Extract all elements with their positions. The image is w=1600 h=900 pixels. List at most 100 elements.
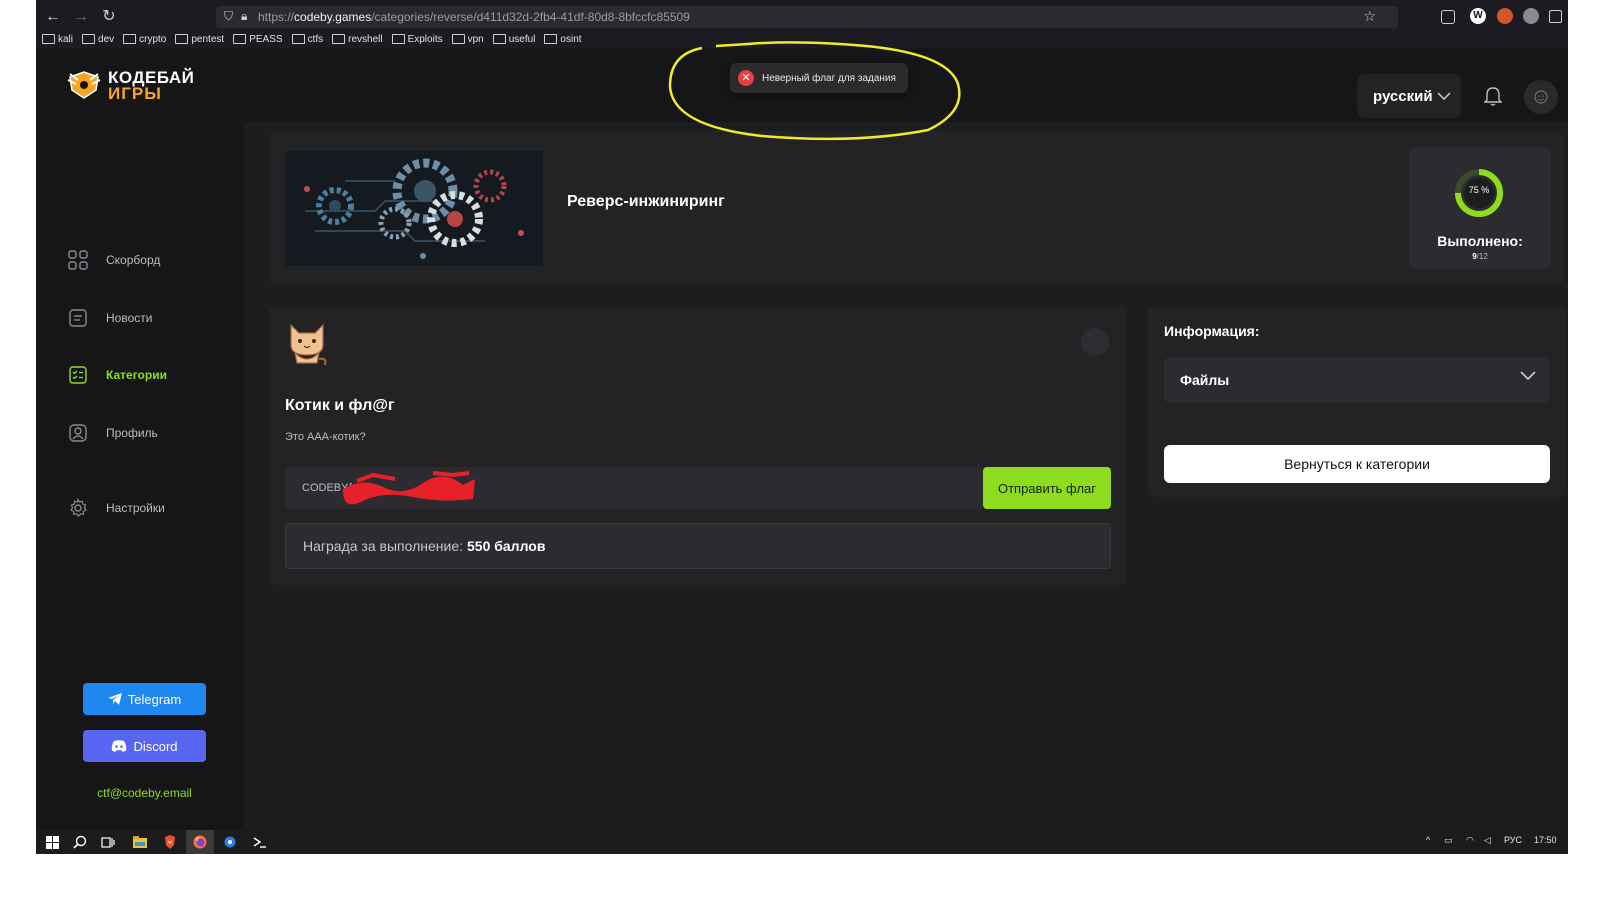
bookmark-item[interactable]: dev (82, 32, 114, 46)
clock-time[interactable]: 17:50 (1534, 835, 1557, 845)
sidebar: КОДЕБАЙ ИГРЫ Скорборд Новости Категории (36, 48, 244, 830)
brand-name-line2: ИГРЫ (108, 84, 162, 103)
extension-w-icon[interactable]: W (1470, 8, 1486, 24)
sidebar-item-categories[interactable]: Категории (68, 363, 167, 387)
files-accordion[interactable]: Файлы (1164, 357, 1550, 403)
folder-icon (391, 34, 405, 44)
extension-globe-icon[interactable] (1523, 8, 1539, 24)
bookmark-star-icon[interactable]: ☆ (1363, 8, 1376, 25)
url-text[interactable]: https://codeby.games/categories/reverse/… (258, 10, 690, 24)
bell-icon[interactable] (1484, 86, 1502, 106)
input-language[interactable]: РУС (1504, 835, 1522, 845)
discord-label: Discord (133, 738, 178, 754)
contact-email-link[interactable]: ctf@codeby.email (83, 786, 206, 800)
bookmark-item[interactable]: useful (492, 32, 535, 46)
lock-icon[interactable]: 🔒︎ (241, 9, 247, 24)
cat-mascot-icon (290, 323, 327, 366)
telegram-label: Telegram (127, 691, 182, 707)
shield-icon[interactable]: ⛉ (224, 9, 233, 24)
folder-icon (82, 34, 96, 44)
bookmark-item[interactable]: kali (42, 32, 73, 46)
bookmark-item[interactable]: PEASS (233, 32, 283, 46)
sidebar-item-label: Скорборд (106, 253, 161, 267)
folder-icon (233, 34, 247, 44)
reward-value: 550 баллов (467, 538, 546, 554)
discord-button[interactable]: Discord (83, 730, 206, 762)
bookmark-item[interactable]: Exploits (391, 32, 443, 46)
chevron-down-icon (1520, 371, 1536, 381)
forward-arrow-icon[interactable]: → (70, 6, 92, 28)
task-title: Котик и фл@г (285, 397, 395, 414)
avatar[interactable] (1524, 80, 1558, 114)
discord-icon (112, 740, 127, 752)
bookmark-item[interactable]: crypto (123, 32, 166, 46)
submit-flag-button[interactable]: Отправить флаг (983, 467, 1111, 509)
info-card: Информация: Файлы Вернуться к категории (1148, 305, 1566, 497)
folder-icon (123, 34, 137, 44)
telegram-icon (107, 693, 122, 705)
firefox-icon[interactable] (192, 834, 208, 850)
bookmark-item[interactable]: osint (544, 32, 582, 46)
category-header-card: Реверс-инжиниринг 75 % Выполнено: 9/12 (269, 131, 1564, 285)
terminal-icon[interactable] (252, 834, 268, 850)
extension-more-icon[interactable] (1549, 10, 1562, 23)
news-icon (68, 308, 88, 328)
wifi-icon[interactable]: ◠ (1466, 835, 1474, 846)
error-x-icon: ✕ (738, 70, 754, 86)
back-to-category-button[interactable]: Вернуться к категории (1164, 445, 1550, 483)
brand-logo[interactable]: КОДЕБАЙ ИГРЫ (66, 68, 196, 103)
bookmark-item[interactable]: ctfs (291, 32, 323, 46)
completed-label: Выполнено: (1437, 233, 1523, 249)
grid-icon (68, 250, 88, 270)
app-blue-icon[interactable] (222, 834, 238, 850)
sidebar-item-label: Новости (106, 311, 153, 325)
sidebar-item-profile[interactable]: Профиль (68, 421, 158, 445)
reload-icon[interactable]: ↻ (98, 6, 120, 28)
info-title: Информация: (1164, 323, 1260, 339)
back-arrow-icon[interactable]: ← (42, 6, 64, 28)
sidebar-item-label: Профиль (106, 426, 158, 440)
extension-fox-icon[interactable] (1497, 8, 1513, 24)
category-title: Реверс-инжиниринг (567, 193, 725, 210)
screen: ← → ↻ ⛉ 🔒︎ https://codeby.games/categori… (36, 0, 1568, 854)
gears-illustration (285, 151, 543, 266)
file-explorer-icon[interactable] (132, 834, 148, 850)
error-toast: ✕ Неверный флаг для задания (730, 63, 908, 93)
windows-start-icon[interactable] (44, 834, 60, 850)
language-value: русский (1373, 87, 1433, 105)
user-face-icon (1534, 90, 1548, 104)
sidebar-item-label: Категории (106, 368, 167, 382)
bookmarks-bar: kali dev crypto pentest PEASS ctfs revsh… (42, 32, 591, 46)
folder-icon (544, 34, 558, 44)
speaker-icon[interactable]: ◁ (1484, 835, 1491, 846)
battery-icon[interactable]: ▭ (1444, 835, 1453, 846)
language-select[interactable]: русский (1357, 74, 1461, 118)
category-progress-widget: 75 % Выполнено: 9/12 (1409, 147, 1551, 269)
folder-icon (291, 34, 305, 44)
address-bar[interactable]: ⛉ 🔒︎ https://codeby.games/categories/rev… (216, 6, 1398, 28)
sidebar-item-settings[interactable]: Настройки (68, 496, 165, 520)
folder-icon (175, 34, 189, 44)
windows-taskbar: ^ ▭ ◠ ◁ РУС 17:50 (36, 830, 1568, 854)
profile-icon (68, 423, 88, 443)
brave-browser-icon[interactable] (162, 834, 178, 850)
task-view-icon[interactable] (100, 834, 116, 850)
search-icon[interactable] (72, 834, 88, 850)
toast-message: Неверный флаг для задания (762, 72, 896, 84)
folder-icon (332, 34, 346, 44)
bookmark-item[interactable]: vpn (451, 32, 484, 46)
sidebar-item-scoreboard[interactable]: Скорборд (68, 248, 160, 272)
bookmark-item[interactable]: revshell (332, 32, 383, 46)
sidebar-item-label: Настройки (106, 501, 165, 515)
folder-icon (42, 34, 55, 44)
task-card: Котик и фл@г Это ААА-котик? CODEBY{ Отпр… (269, 305, 1127, 585)
shield-logo-icon (67, 71, 101, 99)
redaction-scribble (343, 471, 475, 505)
bookmark-item[interactable]: pentest (175, 32, 224, 46)
completed-count: 9/12 (1472, 252, 1488, 261)
sidebar-item-news[interactable]: Новости (68, 306, 152, 330)
tray-chevron-up-icon[interactable]: ^ (1426, 835, 1430, 845)
pocket-icon[interactable] (1441, 10, 1455, 24)
telegram-button[interactable]: Telegram (83, 683, 206, 715)
files-label: Файлы (1180, 372, 1230, 388)
